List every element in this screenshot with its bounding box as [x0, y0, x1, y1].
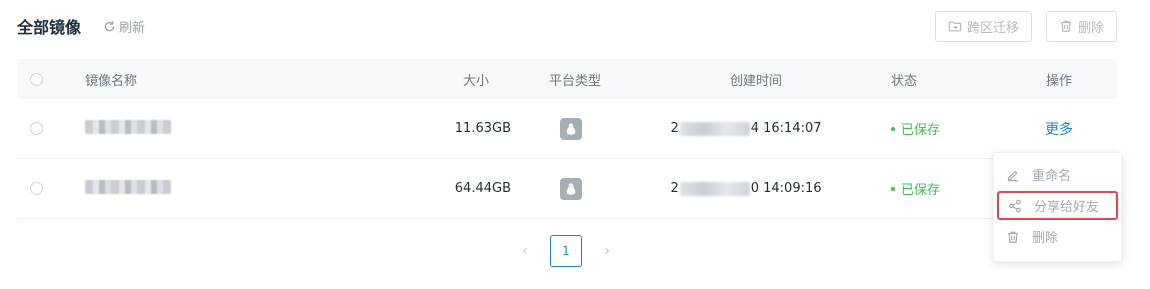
image-name-redacted	[85, 119, 171, 134]
menu-item-share[interactable]: 分享给好友	[997, 191, 1118, 220]
migrate-button[interactable]: 跨区迁移	[934, 10, 1032, 42]
table-row: 11.63GB 24 16:14:07 已保存 更多	[17, 99, 1117, 159]
migrate-label: 跨区迁移	[966, 20, 1019, 36]
more-link[interactable]: 更多	[1045, 119, 1073, 139]
menu-item-rename[interactable]: 重命名	[994, 158, 1121, 191]
folder-icon	[948, 21, 962, 32]
col-status: 状态	[891, 73, 918, 89]
col-platform: 平台类型	[548, 73, 601, 89]
page-current[interactable]: 1	[550, 235, 582, 267]
row-checkbox[interactable]	[29, 122, 43, 135]
created-time: 20 14:09:16	[670, 181, 822, 196]
delete-button[interactable]: 删除	[1045, 10, 1117, 42]
col-created: 创建时间	[729, 73, 782, 89]
trash-icon	[1008, 231, 1018, 243]
image-size: 11.63GB	[454, 121, 511, 136]
chevron-left-icon[interactable]: ‹	[514, 235, 536, 267]
header-actions: 跨区迁移 删除	[934, 10, 1117, 42]
image-list-page: 全部镜像 刷新 跨区迁移 删除 镜像名称 大小 平台类型 创建时间 状态 操作 …	[0, 0, 1150, 289]
image-table: 镜像名称 大小 平台类型 创建时间 状态 操作 11.63GB 24 16:14…	[17, 59, 1117, 219]
select-all-checkbox[interactable]	[29, 72, 43, 86]
col-name: 镜像名称	[85, 73, 138, 89]
page-title: 全部镜像	[17, 18, 82, 37]
trash-icon	[1061, 20, 1071, 32]
image-name-redacted	[85, 179, 171, 194]
menu-item-label: 分享给好友	[1034, 200, 1100, 215]
delete-label: 删除	[1077, 20, 1104, 36]
menu-item-delete[interactable]: 删除	[994, 220, 1121, 253]
more-dropdown-menu: 重命名 分享给好友 删除	[993, 152, 1122, 262]
table-row: 64.44GB 20 14:09:16 已保存	[17, 159, 1117, 219]
status-badge: 已保存	[891, 119, 1001, 138]
refresh-label: 刷新	[119, 20, 146, 36]
refresh-button[interactable]: 刷新	[103, 17, 145, 36]
col-size: 大小	[462, 73, 489, 89]
chevron-right-icon[interactable]: ›	[596, 235, 618, 267]
header-bar: 全部镜像 刷新 跨区迁移 删除	[17, 10, 1117, 42]
menu-item-label: 重命名	[1032, 169, 1072, 184]
edit-icon	[1007, 170, 1019, 181]
created-time: 24 16:14:07	[670, 121, 822, 136]
image-size: 64.44GB	[454, 181, 511, 196]
col-ops: 操作	[1045, 73, 1072, 89]
pagination: ‹ 1 ›	[514, 235, 618, 267]
linux-penguin-icon	[560, 117, 582, 140]
row-checkbox[interactable]	[29, 182, 43, 195]
share-icon	[1009, 199, 1021, 212]
table-header: 镜像名称 大小 平台类型 创建时间 状态 操作	[17, 59, 1117, 99]
menu-item-label: 删除	[1032, 231, 1059, 246]
linux-penguin-icon	[560, 177, 582, 200]
refresh-icon	[104, 20, 115, 31]
status-badge: 已保存	[891, 179, 1001, 198]
